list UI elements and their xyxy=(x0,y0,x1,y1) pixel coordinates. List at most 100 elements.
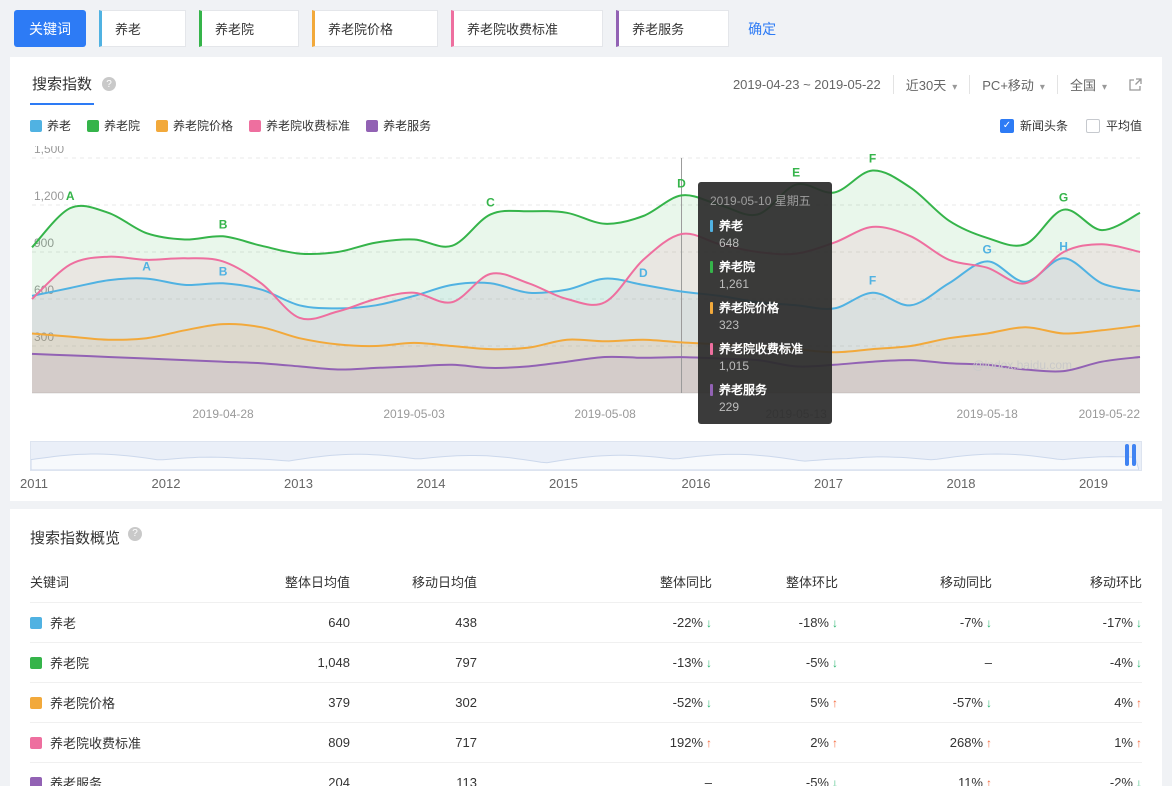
legend-item[interactable]: 养老 xyxy=(30,117,71,134)
timeline-brush[interactable] xyxy=(30,441,1142,471)
y-tick-label: 1,500 xyxy=(34,146,64,156)
legend-label: 养老院收费标准 xyxy=(266,119,351,133)
average-value-cell: 1,048 xyxy=(317,655,350,670)
average-value-cell: 204 xyxy=(328,775,350,786)
search-index-panel: 搜索指数 2019-04-23 ~ 2019-05-22 近30天 PC+移动 … xyxy=(10,57,1162,501)
device-select[interactable]: PC+移动 xyxy=(969,75,1057,94)
change-cell: 268% ↑ xyxy=(838,735,992,750)
keyword-color-swatch xyxy=(30,696,42,709)
legend-item[interactable]: 养老院价格 xyxy=(156,117,233,134)
keyword-tag[interactable]: 养老服务 xyxy=(616,10,730,47)
keyword-tag[interactable]: 养老 xyxy=(99,10,187,47)
news-marker-A[interactable]: A xyxy=(66,189,75,203)
news-marker-B[interactable]: B xyxy=(219,217,228,231)
tooltip-color-bar xyxy=(710,342,713,355)
tooltip-rows: 养老 648 养老院 1,261 养老院价格 323 养老院收费标准 1,015 养老服务 229 xyxy=(710,217,820,414)
keyword-tag[interactable]: 养老院收费标准 xyxy=(451,10,604,47)
checkbox-label: 新闻头条 xyxy=(1019,119,1068,133)
news-marker-D[interactable]: D xyxy=(677,176,686,190)
tooltip-name-text: 养老院收费标准 xyxy=(719,342,804,356)
change-value: -18% xyxy=(798,615,829,630)
keyword-label: 养老服务 xyxy=(50,776,103,786)
change-value: -17% xyxy=(1102,615,1133,630)
date-range[interactable]: 2019-04-23 ~ 2019-05-22 xyxy=(721,77,893,92)
tooltip-series-name: 养老院 xyxy=(710,258,820,275)
change-cell: 1% ↑ xyxy=(992,735,1142,750)
brush-mini-chart xyxy=(30,453,1140,471)
change-value: 268% xyxy=(949,735,983,750)
confirm-link[interactable]: 确定 xyxy=(748,19,776,39)
legend-item[interactable]: 养老院 xyxy=(87,117,140,134)
tooltip-date: 2019-05-10 星期五 xyxy=(710,194,811,208)
help-icon[interactable] xyxy=(102,77,117,91)
checkbox-平均值[interactable]: 平均值 xyxy=(1085,117,1142,134)
change-cell: -5% ↓ xyxy=(712,655,838,670)
change-value: 2% xyxy=(810,735,829,750)
help-icon[interactable] xyxy=(128,526,143,541)
legend-color-swatch xyxy=(87,119,100,132)
keyword-tag-label: 养老院价格 xyxy=(328,22,394,37)
tooltip-value: 648 xyxy=(719,236,740,250)
tooltip-color-bar xyxy=(710,383,713,396)
range-select[interactable]: 近30天 xyxy=(892,75,970,94)
x-tick-label: 2019-04-28 xyxy=(192,407,254,421)
keyword-color-swatch xyxy=(30,776,42,786)
keyword-button[interactable]: 关键词 xyxy=(14,10,86,47)
news-marker-G[interactable]: G xyxy=(983,242,992,256)
column-header: 移动日均值 xyxy=(411,574,477,590)
change-cell: 11% ↑ xyxy=(838,775,992,786)
checkbox-unchecked-icon[interactable] xyxy=(1085,118,1100,133)
news-marker-D[interactable]: D xyxy=(639,266,648,280)
legend-item[interactable]: 养老院收费标准 xyxy=(249,117,350,134)
timeline-year-label: 2013 xyxy=(284,476,313,491)
news-marker-H[interactable]: H xyxy=(1059,239,1068,253)
checkbox-新闻头条[interactable]: 新闻头条 xyxy=(999,117,1068,134)
change-value: 5% xyxy=(810,695,829,710)
chart-options: 新闻头条 平均值 xyxy=(999,117,1142,134)
legend-color-swatch xyxy=(249,119,262,132)
tooltip-row: 养老院 1,261 xyxy=(710,258,820,291)
overview-title: 搜索指数概览 xyxy=(30,530,121,547)
change-value: -52% xyxy=(672,695,703,710)
change-cell: -5% ↓ xyxy=(712,775,838,786)
change-cell: 5% ↑ xyxy=(712,695,838,710)
change-cell: 4% ↑ xyxy=(992,695,1142,710)
news-marker-F[interactable]: F xyxy=(869,152,876,166)
news-marker-A[interactable]: A xyxy=(142,260,151,274)
column-header: 移动同比 xyxy=(939,574,992,590)
x-tick-label: 2019-05-03 xyxy=(383,407,445,421)
change-value: 192% xyxy=(669,735,703,750)
keyword-tag-label: 养老院收费标准 xyxy=(467,22,559,37)
trend-chart-canvas[interactable]: 3006009001,2001,500ABCDEFGA B DFG H2019-04-… xyxy=(30,142,1142,431)
table-row: 养老院价格 379 302 -52% ↓ 5% ↑ -57% ↓ 4% ↑ xyxy=(30,682,1142,722)
average-value-cell: 809 xyxy=(328,735,350,750)
keyword-label: 养老院收费标准 xyxy=(50,736,142,751)
trend-chart[interactable]: 300 600 900 1,200 1,500 A B C D E F G A B D F G H 2019-04-… xyxy=(30,142,1142,431)
news-marker-B[interactable]: B xyxy=(219,264,228,278)
news-marker-C[interactable]: C xyxy=(486,195,495,209)
brush-handle[interactable] xyxy=(1125,444,1136,466)
legend-label: 养老院 xyxy=(104,119,141,133)
external-link-icon[interactable] xyxy=(1119,78,1142,91)
tooltip-name-text: 养老 xyxy=(719,219,744,233)
news-marker-F[interactable]: F xyxy=(869,274,876,288)
up-arrow-icon: ↑ xyxy=(1136,736,1142,750)
timeline-year-label: 2012 xyxy=(151,476,181,491)
news-marker-E[interactable]: E xyxy=(792,166,800,180)
legend-label: 养老 xyxy=(47,119,72,133)
news-marker-G[interactable]: G xyxy=(1059,191,1068,205)
overview-table: 关键词 整体日均值 移动日均值 整体同比 整体环比 移动同比 移动环比 养老 640 438 -22… xyxy=(30,560,1142,786)
timeline-year-label: 2019 xyxy=(1079,476,1108,491)
change-cell: – xyxy=(838,655,992,670)
chart-tooltip: 2019-05-10 星期五 养老 648 养老院 1,261 养老院价格 323 养老院收… xyxy=(698,182,832,424)
region-select[interactable]: 全国 xyxy=(1056,75,1119,94)
change-value: 1% xyxy=(1114,735,1133,750)
change-value: -5% xyxy=(805,775,829,786)
change-cell: -22% ↓ xyxy=(477,615,712,630)
keyword-tag[interactable]: 养老院价格 xyxy=(312,10,439,47)
legend-item[interactable]: 养老服务 xyxy=(366,117,431,134)
keyword-color-swatch xyxy=(30,656,42,669)
keyword-tag[interactable]: 养老院 xyxy=(199,10,300,47)
chart-controls: 2019-04-23 ~ 2019-05-22 近30天 PC+移动 全国 xyxy=(721,75,1142,94)
checkbox-checked-icon[interactable] xyxy=(999,118,1014,133)
